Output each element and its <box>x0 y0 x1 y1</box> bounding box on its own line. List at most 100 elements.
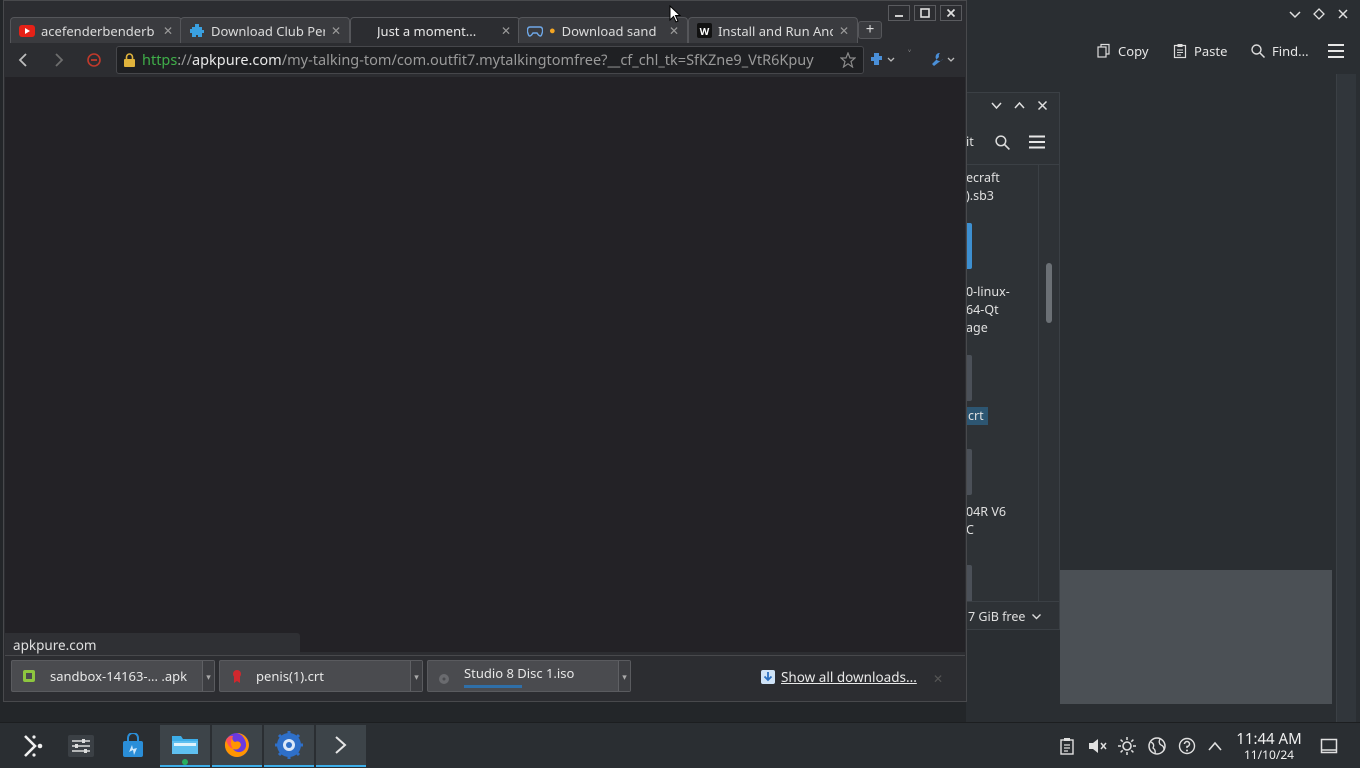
download-name: Studio 8 Disc 1.iso <box>464 664 575 682</box>
minimize-icon[interactable] <box>1288 7 1302 21</box>
file-item[interactable]: 0-linux- 64-Qt age <box>966 283 1010 337</box>
chromium-task[interactable] <box>264 725 314 767</box>
extension-puzzle-icon[interactable] <box>870 51 898 67</box>
close-icon[interactable] <box>1336 7 1350 21</box>
free-space-dropdown-icon[interactable] <box>1031 611 1042 622</box>
download-item-in-progress[interactable]: Studio 8 Disc 1.iso ▾ <box>427 660 631 692</box>
volume-muted-icon[interactable] <box>1086 735 1108 757</box>
dialog-file-list: ecraft ).sb3 0-linux- 64-Qt age crt 04R … <box>966 165 1038 601</box>
download-menu-icon[interactable]: ▾ <box>618 661 630 691</box>
dialog-toolbar-label[interactable]: it <box>966 133 974 151</box>
file-item-selected[interactable]: crt <box>966 407 988 425</box>
dialog-menu-icon[interactable] <box>1028 135 1046 149</box>
dialog-close-icon[interactable] <box>1036 99 1049 112</box>
new-indicator-icon <box>182 759 188 765</box>
digital-clock[interactable]: 11:44 AM 11/10/24 <box>1232 731 1306 762</box>
file-dialog: it ecraft ).sb3 0-linux- 64-Qt age crt 0… <box>966 92 1060 630</box>
dialog-window-controls <box>990 99 1049 112</box>
dialog-search-icon[interactable] <box>994 134 1011 151</box>
forward-icon[interactable] <box>52 52 66 68</box>
scrollbar-handle[interactable] <box>1046 263 1052 323</box>
tab-youtube[interactable]: acefenderbenderb ✕ <box>10 17 182 43</box>
tab-label: acefenderbenderb <box>41 21 155 40</box>
steam-deck-logo-icon <box>20 733 46 759</box>
tab-close-icon[interactable]: ✕ <box>163 22 173 39</box>
keep-above-icon[interactable] <box>1312 7 1326 21</box>
file-item[interactable]: 04R V6 C <box>966 503 1006 539</box>
hamburger-menu-icon[interactable] <box>1327 43 1345 59</box>
file-name-line: 64-Qt <box>966 301 999 318</box>
show-desktop-icon[interactable] <box>1318 735 1340 757</box>
back-icon[interactable] <box>16 52 30 68</box>
bookmark-star-icon[interactable] <box>840 52 856 68</box>
minimize-button[interactable] <box>888 5 910 21</box>
file-view-empty-area <box>1060 570 1332 704</box>
close-button[interactable] <box>940 5 962 21</box>
network-icon[interactable] <box>1146 735 1168 757</box>
search-icon <box>1250 43 1266 59</box>
tab-close-icon[interactable]: ✕ <box>839 22 849 39</box>
taskbar: 11:44 AM 11/10/24 <box>0 722 1360 768</box>
dialog-toolbar: it <box>966 121 1060 165</box>
close-shelf-icon[interactable]: ✕ <box>933 670 943 687</box>
file-name-line: 0-linux- <box>966 283 1010 300</box>
file-name-line: C <box>966 521 974 538</box>
android-icon <box>22 669 36 683</box>
application-launcher[interactable] <box>8 725 58 767</box>
tab-close-icon[interactable]: ✕ <box>501 22 511 39</box>
dialog-scrollbar[interactable] <box>1038 165 1060 601</box>
chromium-gear-icon <box>274 730 304 760</box>
download-menu-icon[interactable]: ▾ <box>202 661 214 691</box>
file-name-line: ecraft <box>966 169 1000 186</box>
file-name-line: age <box>966 319 988 336</box>
file-view-scrollbar[interactable] <box>1336 74 1356 722</box>
show-hidden-icons-icon[interactable] <box>1204 735 1226 757</box>
tab-just-a-moment[interactable]: Just a moment... ✕ <box>350 17 520 43</box>
paste-button[interactable]: Paste <box>1172 42 1227 60</box>
download-menu-icon[interactable]: ▾ <box>410 661 422 691</box>
konsole-task[interactable] <box>316 725 366 767</box>
tab-label: Download Club Per <box>211 21 325 40</box>
tab-download-sandbox[interactable]: ● Download sand ✕ <box>518 17 688 43</box>
url-separator: :// <box>177 50 192 70</box>
stop-icon[interactable] <box>86 52 102 68</box>
find-button[interactable]: Find... <box>1250 42 1309 60</box>
tab-club-penguin[interactable]: Download Club Per ✕ <box>180 17 350 43</box>
wrench-menu-icon[interactable] <box>930 51 958 67</box>
chevron-down-icon[interactable] <box>990 99 1003 112</box>
shopping-bag-icon <box>120 733 146 759</box>
download-item[interactable]: penis(1).crt ▾ <box>219 660 423 692</box>
maximize-button[interactable] <box>914 5 936 21</box>
discover-task[interactable] <box>108 725 158 767</box>
file-manager-toolbar: Copy Paste Find... <box>966 28 1360 74</box>
terminal-chevron-icon <box>332 734 350 756</box>
file-name-line: crt <box>968 407 984 424</box>
download-name: penis(1).crt <box>256 667 324 685</box>
copy-button[interactable]: Copy <box>1096 42 1148 60</box>
extension-overflow-icon[interactable]: ˅ <box>908 47 911 62</box>
paste-label: Paste <box>1194 42 1228 60</box>
download-item[interactable]: sandbox-14163-... .apk ▾ <box>11 660 215 692</box>
dolphin-task[interactable] <box>160 725 210 767</box>
brightness-icon[interactable] <box>1116 735 1138 757</box>
chevron-up-icon[interactable] <box>1013 99 1026 112</box>
tab-close-icon[interactable]: ✕ <box>669 22 679 39</box>
fire-icon: ● <box>549 23 556 38</box>
settings-sliders-icon <box>67 734 95 758</box>
show-all-downloads-link[interactable]: Show all downloads... <box>761 668 917 686</box>
help-icon[interactable] <box>1176 735 1198 757</box>
firefox-icon <box>223 731 251 759</box>
tab-close-icon[interactable]: ✕ <box>331 22 341 39</box>
firefox-task[interactable] <box>212 725 262 767</box>
file-item[interactable]: ecraft ).sb3 <box>966 169 1000 205</box>
lock-icon <box>123 52 136 68</box>
w-icon: W <box>697 23 712 38</box>
page-content[interactable] <box>5 77 965 652</box>
address-bar[interactable]: https://apkpure.com/my-talking-tom/com.o… <box>116 46 864 74</box>
new-tab-button[interactable]: + <box>858 21 882 39</box>
file-name-line: 04R V6 <box>966 503 1006 520</box>
system-settings-task[interactable] <box>56 725 106 767</box>
clipboard-icon[interactable] <box>1056 735 1078 757</box>
paste-icon <box>1172 43 1188 59</box>
tab-install-and-run[interactable]: W Install and Run And ✕ <box>688 17 858 43</box>
